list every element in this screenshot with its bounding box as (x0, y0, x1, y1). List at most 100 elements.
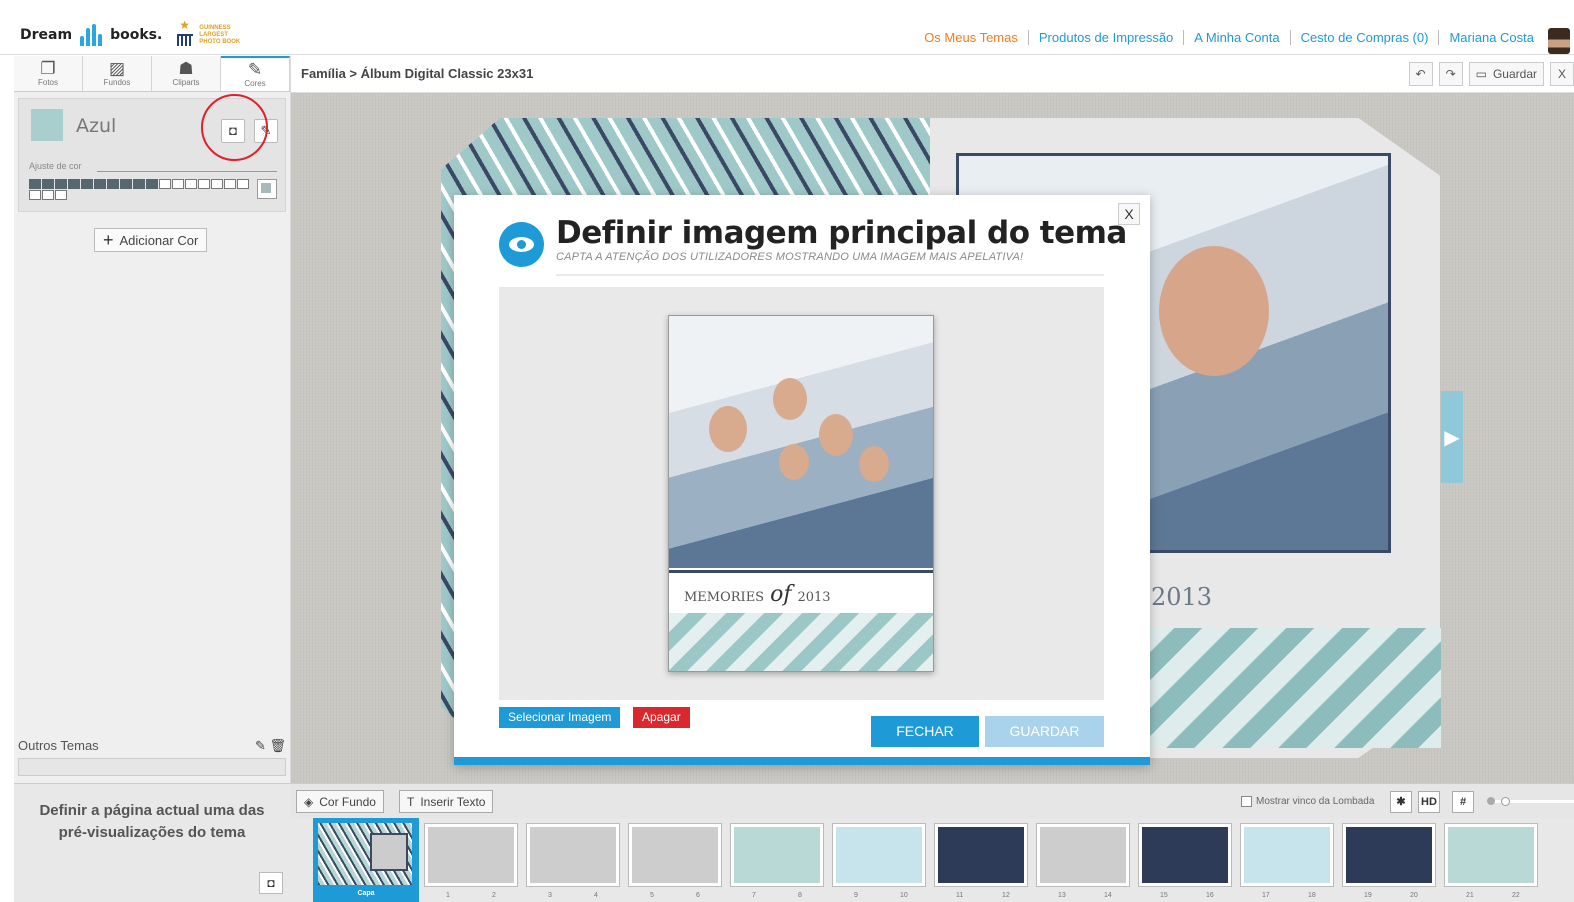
adjust-step[interactable] (29, 179, 41, 189)
zoom-out-icon[interactable] (1487, 797, 1495, 805)
adjust-step[interactable] (185, 179, 197, 189)
other-themes-list[interactable] (18, 758, 286, 776)
redo-icon: ↷ (1445, 67, 1456, 81)
spine-crease-button[interactable]: ✱ (1390, 791, 1412, 813)
adjust-step[interactable] (55, 179, 67, 189)
color-swatch[interactable] (31, 109, 63, 141)
nav-cart[interactable]: Cesto de Compras (0) (1289, 30, 1439, 45)
page-number: 13 (1058, 892, 1066, 899)
zoom-knob[interactable] (1501, 797, 1510, 806)
thumb-spread[interactable] (934, 823, 1028, 887)
zoom-slider[interactable] (1487, 797, 1574, 806)
dialog-guardar-button[interactable]: GUARDAR (985, 716, 1104, 747)
close-editor-button[interactable]: X (1550, 62, 1574, 86)
page-number: 14 (1104, 892, 1112, 899)
thumb-spread[interactable] (832, 823, 926, 887)
delete-image-button[interactable]: Apagar (633, 707, 690, 728)
undo-button[interactable]: ↶ (1408, 62, 1433, 86)
thumb-spread[interactable] (1444, 823, 1538, 887)
breadcrumb[interactable]: Família > Álbum Digital Classic 23x31 (301, 66, 533, 81)
adjust-step[interactable] (224, 179, 236, 189)
show-spine-label: Mostrar vinco da Lombada (1256, 796, 1375, 807)
tab-cliparts[interactable]: ☗ Cliparts (152, 56, 221, 91)
thumb-spread[interactable] (1342, 823, 1436, 887)
adjust-step[interactable] (172, 179, 184, 189)
nav-user-name[interactable]: Mariana Costa (1438, 30, 1544, 45)
adjust-step[interactable] (94, 179, 106, 189)
trash-icon[interactable]: 🗑 (269, 738, 286, 753)
page-filmstrip: Capa 1 2 3 4 5 6 7 8 9 10 11 12 13 14 15… (291, 818, 1574, 902)
set-preview-camera-button[interactable]: ◘ (221, 119, 245, 143)
adjust-step[interactable] (211, 179, 223, 189)
adjust-step[interactable] (120, 179, 132, 189)
tab-photos[interactable]: ❐ Fotos (14, 56, 83, 91)
crease-icon: ✱ (1396, 796, 1406, 808)
adjust-step[interactable] (107, 179, 119, 189)
next-page-button[interactable]: ▶ (1441, 391, 1463, 483)
dreambooks-logo[interactable]: Dream books. ★ GUINNESS LARGEST PHOTO BO… (20, 18, 259, 48)
cliparts-icon: ☗ (178, 59, 194, 78)
dialog-fechar-button[interactable]: FECHAR (871, 716, 979, 747)
thumb-spread[interactable] (1036, 823, 1130, 887)
redo-button[interactable]: ↷ (1438, 62, 1463, 86)
guinness-badge: ★ GUINNESS LARGEST PHOTO BOOK (174, 18, 259, 48)
tab-colors[interactable]: ✎ Cores (221, 56, 290, 91)
adjust-step[interactable] (237, 179, 249, 189)
thumb-spread[interactable] (424, 823, 518, 887)
insert-text-label: Inserir Texto (420, 794, 486, 809)
camera-icon: ◘ (229, 123, 237, 138)
thumb-page (776, 827, 820, 883)
adjust-step[interactable] (146, 179, 158, 189)
adjust-step[interactable] (159, 179, 171, 189)
photo-face (773, 378, 807, 420)
dialog-divider (556, 274, 1104, 276)
background-color-button[interactable]: ◈ Cor Fundo (296, 790, 384, 813)
insert-text-button[interactable]: T Inserir Texto (399, 790, 494, 813)
define-preview-box: Definir a página actual uma das pré-visu… (14, 783, 291, 902)
page-number: 15 (1160, 892, 1168, 899)
adjust-step[interactable] (133, 179, 145, 189)
define-preview-camera-button[interactable]: ◘ (259, 872, 283, 894)
eye-icon (499, 222, 544, 267)
show-spine-toggle[interactable]: Mostrar vinco da Lombada (1241, 796, 1374, 807)
grid-icon: # (1459, 796, 1467, 808)
thumb-page (980, 827, 1024, 883)
save-button[interactable]: ▭ Guardar (1468, 62, 1544, 86)
select-image-button[interactable]: Selecionar Imagem (499, 707, 621, 728)
background-color-label: Cor Fundo (319, 794, 376, 809)
thumb-spread[interactable] (628, 823, 722, 887)
logo-word-books: books. (110, 27, 163, 43)
adjust-step[interactable] (42, 179, 54, 189)
adjust-step[interactable] (29, 190, 41, 200)
thumb-page (938, 827, 982, 883)
grid-toggle-button[interactable]: # (1452, 791, 1474, 813)
thumb-spread[interactable] (1240, 823, 1334, 887)
define-preview-text: Definir a página actual uma das pré-visu… (39, 802, 265, 841)
tab-backgrounds[interactable]: ▨ Fundos (83, 56, 152, 91)
spine-checkbox[interactable] (1241, 796, 1252, 807)
adjust-step[interactable] (81, 179, 93, 189)
thumb-spread[interactable] (730, 823, 824, 887)
nav-my-themes[interactable]: Os Meus Temas (914, 30, 1028, 45)
other-themes-label: Outros Temas (18, 738, 99, 753)
adjust-step[interactable] (68, 179, 80, 189)
nav-my-account[interactable]: A Minha Conta (1183, 30, 1289, 45)
nav-print-products[interactable]: Produtos de Impressão (1027, 30, 1183, 45)
thumb-spread[interactable] (526, 823, 620, 887)
caption-memories: MEMORIES (684, 590, 765, 605)
edit-icon[interactable]: ✎ (255, 738, 266, 753)
adjust-step[interactable] (198, 179, 210, 189)
backgrounds-icon: ▨ (108, 59, 126, 78)
add-color-button[interactable]: + Adicionar Cor (94, 228, 208, 252)
edit-color-button[interactable]: ✎ (254, 119, 278, 143)
add-color-label: Adicionar Cor (119, 232, 199, 248)
thumb-spread[interactable] (1138, 823, 1232, 887)
adjust-step[interactable] (55, 190, 67, 200)
hd-button[interactable]: HD (1418, 791, 1440, 813)
page-number: 5 (650, 892, 654, 899)
thumb-cover[interactable]: Capa (313, 818, 419, 902)
thumb-cover-label: Capa (357, 890, 375, 897)
color-picker-button[interactable] (257, 179, 277, 199)
adjust-step[interactable] (42, 190, 54, 200)
user-avatar[interactable] (1548, 28, 1570, 54)
